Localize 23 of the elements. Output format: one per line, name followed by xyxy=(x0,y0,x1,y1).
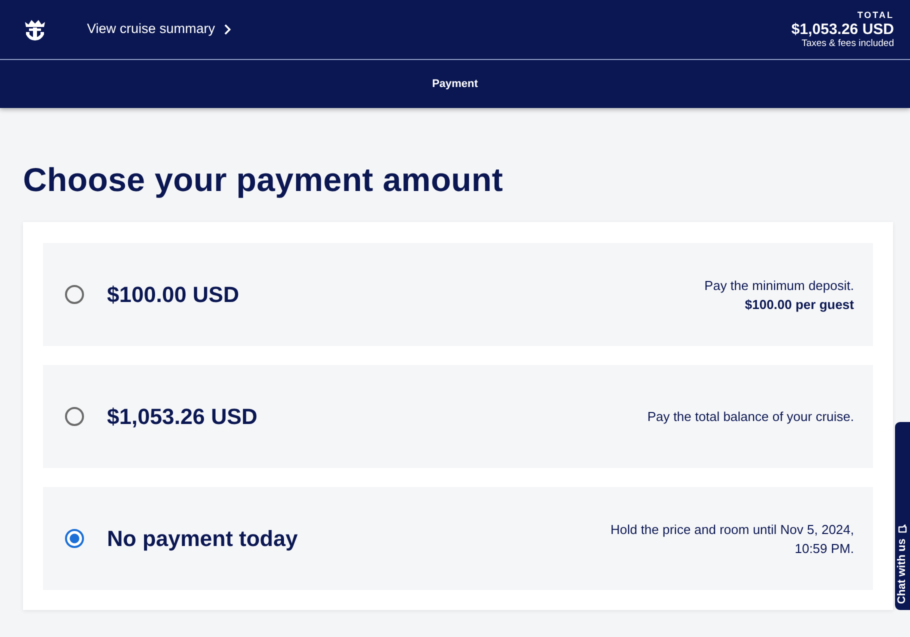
step-label: Payment xyxy=(432,76,478,92)
option-description: Pay the total balance of your cruise. xyxy=(647,408,854,426)
option-amount: $1,053.26 USD xyxy=(107,403,258,431)
option-amount: No payment today xyxy=(107,525,298,553)
page-title: Choose your payment amount xyxy=(23,160,504,200)
radio-button[interactable] xyxy=(65,407,84,426)
chat-tab[interactable]: Chat with us xyxy=(895,422,910,610)
total-label: TOTAL xyxy=(857,10,894,21)
payment-option[interactable]: No payment today Hold the price and room until Nov 5, 2024, 10:59 PM. xyxy=(43,487,873,590)
option-description: Hold the price and room until Nov 5, 2024, 10:59 PM. xyxy=(609,520,854,558)
total-amount: $1,053.26 USD xyxy=(791,21,894,38)
cruise-summary-link[interactable]: View cruise summary xyxy=(87,19,232,40)
total-note: Taxes & fees included xyxy=(802,38,894,49)
crown-anchor-icon xyxy=(24,18,46,40)
radio-button[interactable] xyxy=(65,285,84,304)
payment-option[interactable]: $1,053.26 USD Pay the total balance of your cruise. xyxy=(43,365,873,468)
option-note: $100.00 per guest xyxy=(744,296,854,314)
option-description: Pay the minimum deposit. xyxy=(704,276,854,294)
radio-button[interactable] xyxy=(65,529,84,548)
option-amount: $100.00 USD xyxy=(107,281,240,309)
chat-bubble-icon xyxy=(898,524,907,533)
payment-option[interactable]: $100.00 USD Pay the minimum deposit. $100.00 per guest xyxy=(43,243,873,346)
chevron-right-icon xyxy=(224,24,232,35)
